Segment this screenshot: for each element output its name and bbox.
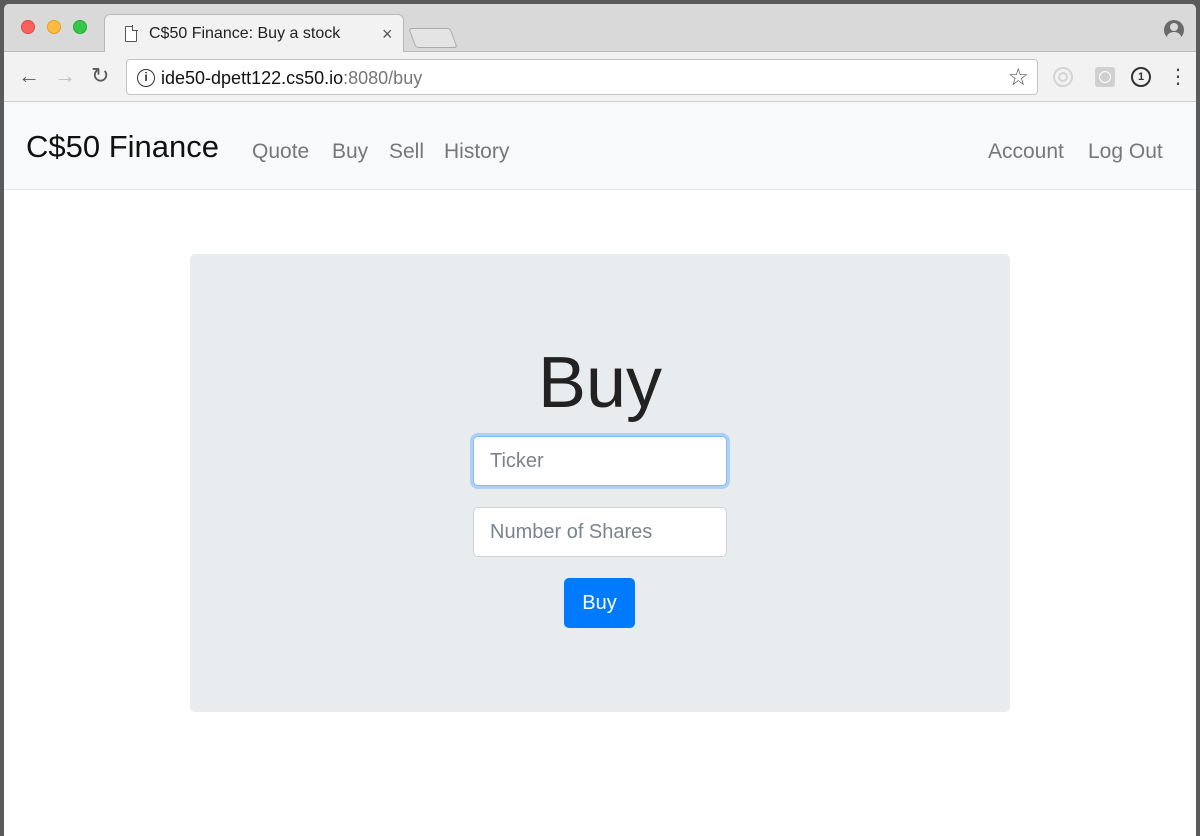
close-window-icon[interactable] bbox=[21, 20, 35, 34]
tab-strip: C$50 Finance: Buy a stock × bbox=[4, 4, 1196, 53]
react-extension-icon[interactable] bbox=[1095, 67, 1115, 87]
profile-icon[interactable] bbox=[1164, 20, 1184, 40]
ticker-input[interactable] bbox=[473, 436, 727, 486]
buy-form-panel: Buy Buy bbox=[190, 254, 1010, 712]
web-page: C$50 Finance Quote Buy Sell History Acco… bbox=[4, 102, 1196, 836]
kebab-menu-icon[interactable]: ⋮ bbox=[1168, 64, 1188, 90]
new-tab-button[interactable] bbox=[408, 28, 458, 48]
tab-title: C$50 Finance: Buy a stock bbox=[149, 25, 341, 42]
minimize-window-icon[interactable] bbox=[47, 20, 61, 34]
forward-arrow-icon[interactable]: → bbox=[54, 63, 76, 89]
bookmark-star-icon[interactable]: ☆ bbox=[1007, 63, 1029, 92]
reload-icon[interactable]: ↻ bbox=[91, 63, 109, 89]
nav-link-logout[interactable]: Log Out bbox=[1088, 140, 1163, 164]
back-arrow-icon[interactable]: ← bbox=[18, 63, 40, 89]
url-path: :8080/buy bbox=[343, 68, 423, 88]
nav-link-sell[interactable]: Sell bbox=[389, 140, 424, 164]
tab-close-icon[interactable]: × bbox=[382, 24, 393, 45]
site-navbar: C$50 Finance Quote Buy Sell History Acco… bbox=[4, 102, 1196, 190]
buy-button[interactable]: Buy bbox=[564, 578, 635, 628]
page-title: Buy bbox=[537, 343, 663, 423]
password-manager-icon[interactable]: 1 bbox=[1131, 67, 1151, 87]
nav-link-account[interactable]: Account bbox=[988, 140, 1064, 164]
tab-active[interactable]: C$50 Finance: Buy a stock × bbox=[104, 14, 404, 53]
browser-window: C$50 Finance: Buy a stock × ← → ↻ i ide5… bbox=[4, 4, 1196, 836]
address-bar[interactable]: i ide50-dpett122.cs50.io:8080/buy ☆ bbox=[126, 59, 1038, 95]
maximize-window-icon[interactable] bbox=[73, 20, 87, 34]
target-extension-icon[interactable] bbox=[1053, 67, 1073, 87]
nav-link-buy[interactable]: Buy bbox=[332, 140, 368, 164]
info-icon[interactable]: i bbox=[137, 69, 155, 87]
document-icon bbox=[125, 25, 138, 42]
brand-link[interactable]: C$50 Finance bbox=[26, 129, 219, 165]
shares-input[interactable] bbox=[473, 507, 727, 557]
url-host: ide50-dpett122.cs50.io bbox=[161, 68, 344, 88]
browser-toolbar: ← → ↻ i ide50-dpett122.cs50.io:8080/buy … bbox=[4, 52, 1196, 102]
nav-link-quote[interactable]: Quote bbox=[252, 140, 309, 164]
nav-link-history[interactable]: History bbox=[444, 140, 509, 164]
url-text: ide50-dpett122.cs50.io:8080/buy bbox=[161, 68, 422, 89]
